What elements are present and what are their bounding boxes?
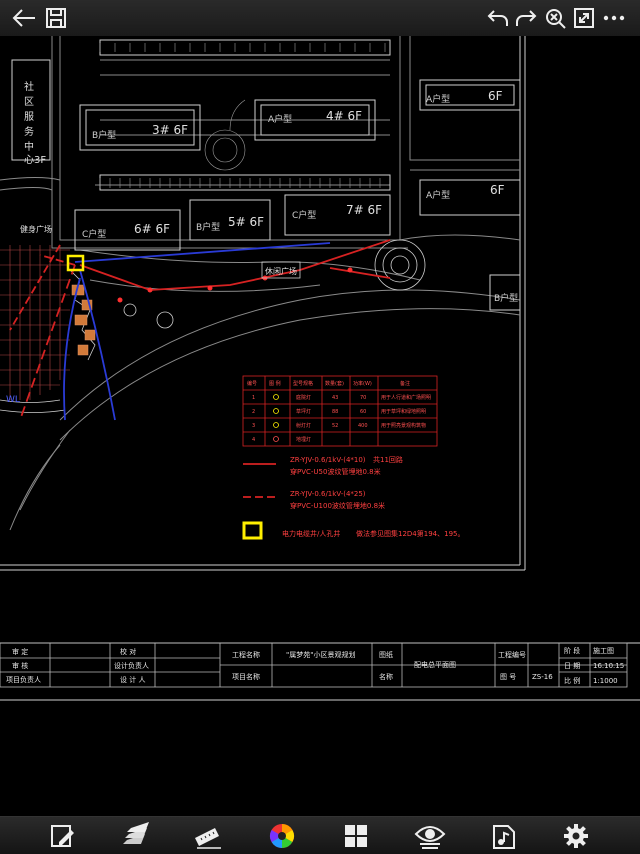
table-cell: 2 xyxy=(252,409,255,415)
building-number-label: 6F xyxy=(490,183,505,197)
table-cell: 地埋灯 xyxy=(296,436,311,443)
title-drawing-label-1: 图纸 xyxy=(379,650,393,659)
table-cell: 草坪灯 xyxy=(296,408,311,415)
wl-label: WL xyxy=(6,395,20,405)
community-label-1: 社 xyxy=(24,80,34,93)
drawing-canvas[interactable]: 社 区 服 务 中 心3F B户型 A户型 A户型 C户型 B户型 C户型 A户… xyxy=(0,36,640,816)
layers-icon[interactable] xyxy=(120,821,152,851)
table-cell: 射灯灯 xyxy=(296,422,311,429)
table-cell: 庭院灯 xyxy=(296,394,311,401)
community-label-6: 心3F xyxy=(24,154,46,166)
table-header: 型号规格 xyxy=(293,380,313,387)
building-type-label: A户型 xyxy=(268,113,292,125)
color-wheel-icon[interactable] xyxy=(266,821,298,851)
table-cell: 400 xyxy=(358,423,368,429)
title-project-no-label: 工程编号 xyxy=(498,650,526,659)
legend-cable-1-spec: ZR-YJV-0.6/1kV-(4*10) xyxy=(290,456,366,464)
save-icon[interactable] xyxy=(42,4,70,32)
title-date-label: 日 期 xyxy=(564,662,580,670)
legend-cable-2-spec: ZR-YJV-0.6/1kV-(4*25) xyxy=(290,490,366,498)
plaza-label-mid: 休闲广场 xyxy=(265,266,297,276)
building-type-label: B户型 xyxy=(196,221,220,233)
title-shen-ding: 审 定 xyxy=(12,647,28,656)
title-drawing-no-label: 图 号 xyxy=(500,673,516,681)
title-drawing-no: ZS-16 xyxy=(532,673,553,681)
building-type-label: A户型 xyxy=(426,93,450,105)
title-stage: 施工图 xyxy=(593,646,614,655)
building-number-label: 6F xyxy=(488,89,503,103)
table-header: 编号 xyxy=(247,380,257,387)
cad-drawing: 社 区 服 务 中 心3F B户型 A户型 A户型 C户型 B户型 C户型 A户… xyxy=(0,36,640,701)
table-cell: 88 xyxy=(332,409,338,415)
building-type-label: C户型 xyxy=(82,228,106,240)
title-project-lead: 项目负责人 xyxy=(6,675,41,684)
table-header: 数量(套) xyxy=(325,380,344,387)
undo-icon[interactable] xyxy=(484,4,512,32)
table-cell: 用于照亮景观构筑物 xyxy=(381,422,426,429)
title-stage-label: 阶 段 xyxy=(564,646,580,655)
legend-manhole-label: 电力电缆井/人孔井 xyxy=(282,529,340,538)
building-number-label: 3# 6F xyxy=(152,123,188,137)
table-cell: 52 xyxy=(332,423,338,429)
redo-icon[interactable] xyxy=(512,4,540,32)
table-cell: 用于草坪和绿地照明 xyxy=(381,408,426,415)
zoom-extents-icon[interactable] xyxy=(541,4,569,32)
table-header: 备注 xyxy=(400,380,410,387)
building-type-label: B户型 xyxy=(92,129,116,141)
title-jiao-dui: 校 对 xyxy=(120,647,136,656)
table-cell: 43 xyxy=(332,395,338,401)
legend-cable-1-conduit: 穿PVC-U50波纹管埋地0.8米 xyxy=(290,467,381,476)
back-arrow-icon[interactable] xyxy=(10,4,38,32)
more-icon[interactable] xyxy=(600,4,628,32)
title-design-lead: 设计负责人 xyxy=(114,661,149,670)
title-scale: 1:1000 xyxy=(593,677,618,685)
title-project-name-label: 工程名称 xyxy=(232,650,260,659)
community-label-5: 中 xyxy=(24,140,34,153)
building-type-label: C户型 xyxy=(292,209,316,221)
table-cell: 60 xyxy=(360,409,366,415)
table-cell: 用于人行道和广场照明 xyxy=(381,394,431,401)
community-label-2: 区 xyxy=(24,96,34,108)
settings-gear-icon[interactable] xyxy=(560,821,592,851)
view-eye-icon[interactable] xyxy=(414,821,446,851)
table-cell: 4 xyxy=(252,437,255,443)
building-number-label: 7# 6F xyxy=(346,203,382,217)
measure-ruler-icon[interactable] xyxy=(192,821,224,851)
legend-cable-2-conduit: 穿PVC-U100波纹管埋地0.8米 xyxy=(290,501,385,510)
fullscreen-icon[interactable] xyxy=(570,4,598,32)
legend-manhole-note: 做法参见图集12D4第194、195。 xyxy=(356,529,464,538)
table-cell: 3 xyxy=(252,423,255,429)
community-label-3: 服 xyxy=(24,111,34,123)
legend-cable-1-circuits: 共11回路 xyxy=(373,455,403,464)
title-drawing-name: 配电总平面图 xyxy=(414,660,456,669)
table-cell: 1 xyxy=(252,395,255,401)
title-project-name: "属梦苑"小区景观规划 xyxy=(286,650,355,659)
building-number-label: 6# 6F xyxy=(134,222,170,236)
building-type-label: B户型 xyxy=(494,292,518,304)
title-item-name-label: 项目名称 xyxy=(232,672,260,681)
markup-pen-icon[interactable] xyxy=(47,821,79,851)
top-toolbar xyxy=(0,0,640,37)
file-music-icon[interactable] xyxy=(488,821,520,851)
title-date: 16.10.15 xyxy=(593,662,624,670)
title-shen-he: 审 核 xyxy=(12,661,28,670)
title-scale-label: 比 例 xyxy=(564,676,580,685)
building-type-label: A户型 xyxy=(426,189,450,201)
building-number-label: 5# 6F xyxy=(228,215,264,229)
plaza-label-left: 健身广场 xyxy=(20,224,52,234)
building-number-label: 4# 6F xyxy=(326,109,362,123)
blocks-icon[interactable] xyxy=(340,821,372,851)
table-cell: 70 xyxy=(360,395,366,401)
title-designer: 设 计 人 xyxy=(120,675,145,684)
manhole-legend-symbol xyxy=(242,521,263,540)
bottom-toolbar xyxy=(0,816,640,854)
title-drawing-label-2: 名称 xyxy=(379,672,393,681)
table-header: 功率(W) xyxy=(353,380,372,387)
table-header: 图 例 xyxy=(269,380,281,387)
community-label-4: 务 xyxy=(24,125,34,138)
